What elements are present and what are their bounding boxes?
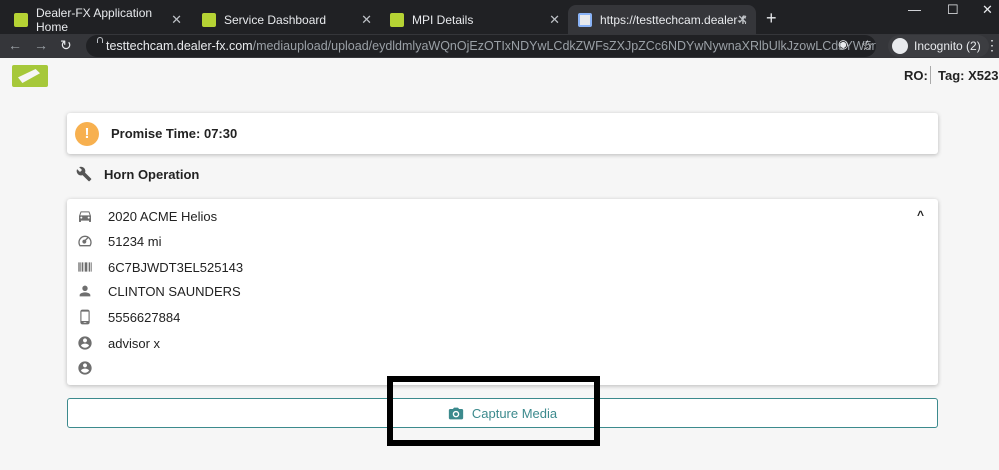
browser-tab-strip: Dealer-FX Application Home ✕ Service Das… <box>0 0 999 34</box>
new-tab-button[interactable]: + <box>766 8 777 29</box>
tab-testtechcam[interactable]: https://testtechcam.dealer-fx.com ✕ <box>568 5 756 34</box>
app-content: RO: Tag: X523 ! Promise Time: 07:30 Horn… <box>0 58 999 470</box>
customer-name: CLINTON SAUNDERS <box>108 283 241 299</box>
operation-title: Horn Operation <box>104 166 200 182</box>
url-path: /mediaupload/upload/eydldmlyaWQnOjEzOTIx… <box>252 39 876 53</box>
speedometer-icon <box>78 235 92 247</box>
eye-off-icon[interactable]: ◉ <box>838 37 848 51</box>
phone-row: 5556627884 <box>77 307 180 327</box>
ro-label: RO: <box>904 68 928 83</box>
tab-mpi-details[interactable]: MPI Details ✕ <box>380 5 568 34</box>
incognito-icon <box>892 38 908 54</box>
technician-row <box>77 358 108 378</box>
tag-label: Tag: X523 <box>938 68 999 83</box>
dealer-fx-icon <box>14 12 28 27</box>
car-icon <box>79 211 91 222</box>
mileage-row: 51234 mi <box>77 231 161 251</box>
mileage-value: 51234 mi <box>108 233 162 249</box>
phone-icon <box>80 309 90 325</box>
header-divider <box>930 66 931 84</box>
menu-icon[interactable]: ⋮ <box>985 37 999 54</box>
barcode-icon <box>78 262 92 272</box>
dealer-fx-logo[interactable] <box>12 65 48 87</box>
operation-header: Horn Operation <box>76 166 199 182</box>
advisor-row: advisor x <box>77 333 160 353</box>
vehicle-row: 2020 ACME Helios <box>77 206 217 226</box>
tab-title: MPI Details <box>412 12 474 27</box>
tab-title: https://testtechcam.dealer-fx.com <box>600 12 746 27</box>
minimize-icon[interactable]: — <box>908 2 921 17</box>
highlight-box <box>387 376 600 446</box>
promise-time: Promise Time: 07:30 <box>111 126 238 141</box>
forward-arrow-icon[interactable]: → <box>34 37 48 53</box>
url-host: testtechcam.dealer-fx.com <box>106 39 253 53</box>
back-arrow-icon[interactable]: ← <box>8 37 22 53</box>
person-icon <box>79 285 91 297</box>
advisor-name: advisor x <box>108 335 161 351</box>
chevron-up-icon[interactable]: ^ <box>917 208 924 222</box>
vehicle-details-card: ^ 2020 ACME Helios 51234 mi 6C7BJWDT3EL5… <box>67 199 938 385</box>
dealer-fx-icon <box>390 12 404 27</box>
wrench-icon <box>76 166 92 182</box>
incognito-label: Incognito (2) <box>914 39 981 53</box>
address-bar[interactable]: testtechcam.dealer-fx.com /mediaupload/u… <box>86 35 876 57</box>
close-icon[interactable]: ✕ <box>171 12 182 28</box>
account-circle-icon <box>78 361 92 375</box>
browser-toolbar: ← → ↻ testtechcam.dealer-fx.com /mediaup… <box>0 34 999 58</box>
customer-row: CLINTON SAUNDERS <box>77 281 241 301</box>
incognito-indicator[interactable]: Incognito (2) <box>888 35 989 57</box>
account-circle-icon <box>78 336 92 350</box>
vin-row: 6C7BJWDT3EL525143 <box>77 257 243 277</box>
tab-application-home[interactable]: Dealer-FX Application Home ✕ <box>4 5 190 34</box>
tab-title: Dealer-FX Application Home <box>36 5 153 34</box>
close-icon[interactable]: ✕ <box>549 12 560 28</box>
warning-icon: ! <box>75 121 99 146</box>
dealer-fx-icon <box>202 12 216 27</box>
close-icon[interactable]: ✕ <box>361 12 372 28</box>
promise-time-card: ! Promise Time: 07:30 <box>67 113 938 154</box>
vin-value: 6C7BJWDT3EL525143 <box>108 259 244 275</box>
document-icon <box>578 12 592 27</box>
reload-icon[interactable]: ↻ <box>60 37 72 54</box>
close-icon[interactable]: ✕ <box>737 12 748 28</box>
phone-value: 5556627884 <box>108 309 181 325</box>
vehicle-name: 2020 ACME Helios <box>108 208 218 224</box>
star-icon[interactable]: ☆ <box>861 37 874 54</box>
close-window-icon[interactable]: ✕ <box>982 2 993 18</box>
tab-service-dashboard[interactable]: Service Dashboard ✕ <box>192 5 380 34</box>
tab-title: Service Dashboard <box>224 12 327 27</box>
maximize-icon[interactable]: ☐ <box>947 2 959 18</box>
